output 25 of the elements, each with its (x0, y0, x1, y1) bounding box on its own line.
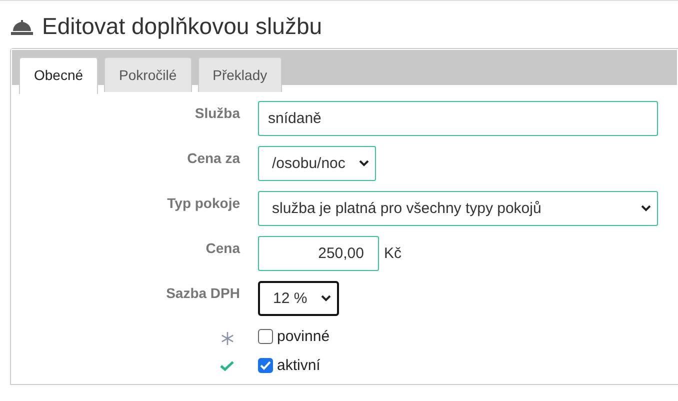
checkbox-square[interactable] (258, 358, 273, 373)
bell-icon (10, 18, 34, 34)
field-label: Typ pokoje (166, 194, 240, 211)
tab[interactable]: Obecné (19, 57, 98, 94)
checkbox[interactable]: povinné (258, 326, 678, 345)
chevron-down-icon (321, 295, 332, 302)
checkbox[interactable]: aktivní (258, 355, 678, 374)
tab[interactable]: Pokročilé (104, 57, 192, 92)
asterisk-icon (221, 332, 234, 345)
dropdown[interactable]: 12 % (258, 281, 340, 316)
input-field[interactable]: 250,00 (258, 236, 379, 271)
chevron-down-icon (359, 160, 370, 167)
chevron-down-icon (641, 205, 651, 212)
checkbox-square[interactable] (258, 329, 273, 344)
field-label: Sazba DPH (165, 284, 240, 301)
dropdown[interactable]: /osobu/noc (258, 146, 376, 181)
dropdown[interactable]: služba je platná pro všechny typy pokojů (258, 191, 658, 226)
field-label: Služba (194, 104, 240, 121)
currency-label: Kč (384, 245, 402, 262)
input-field[interactable]: snídaně (258, 101, 658, 136)
page-title: Editovat doplňkovou službu (42, 13, 322, 40)
field-label: Cena (204, 239, 240, 256)
tab[interactable]: Překlady (198, 57, 282, 92)
field-label: Cena za (186, 149, 240, 166)
checkmark-icon (220, 361, 234, 371)
